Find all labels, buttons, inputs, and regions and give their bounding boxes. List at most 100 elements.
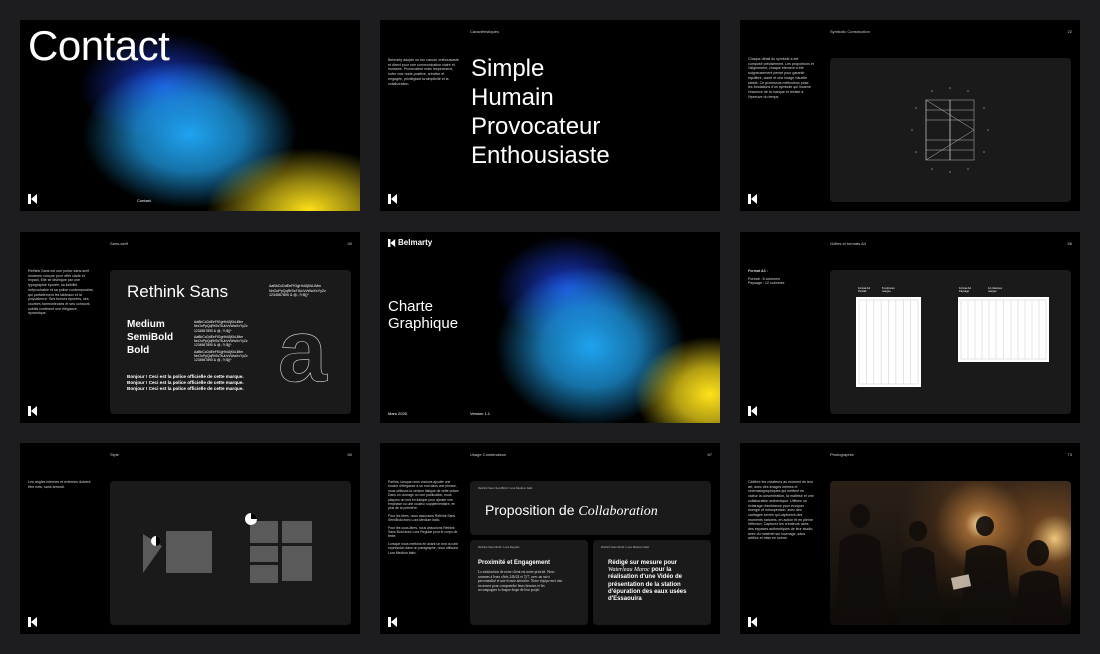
- slide-header: Sans-serif: [110, 241, 129, 246]
- weight-list: Medium SemiBold Bold: [127, 318, 173, 357]
- panel-title: Proximité et Engagement: [478, 560, 551, 566]
- slide-grids[interactable]: Grilles et formats A4 56 Format A4 : Por…: [740, 232, 1080, 423]
- slide-number: 73: [1067, 452, 1072, 457]
- belmarty-logo-icon: [388, 194, 397, 204]
- belmarty-logo-icon: [748, 617, 757, 627]
- body-line: Paysage : 12 colonnes: [748, 281, 785, 286]
- cover-title-line: Graphique: [388, 315, 459, 332]
- body-paragraph: Pour les sous-titres, nous associons Ret…: [388, 525, 458, 539]
- slide-contact[interactable]: Contact Contact: [20, 20, 360, 211]
- subtitle-panel: Rethink Sans Bold / Lora Regular Proximi…: [470, 540, 588, 625]
- typography-panel: Rethink Sans AaBbCcDdEeFfGgHhIiJjKkLlMm …: [110, 270, 351, 414]
- glyph-line: 1234567890 & @.,?!;$()*: [194, 328, 232, 333]
- slide-body-text: Chaque détail du symbole a été composé p…: [748, 57, 814, 99]
- characteristic-word: Simple: [471, 55, 545, 82]
- slide-body-text: Les angles internes et externes doivent …: [28, 480, 91, 489]
- belmarty-logo-icon: [28, 617, 37, 627]
- weight-label: Bold: [127, 345, 150, 356]
- slide-header: Usage Combinaison: [470, 452, 507, 457]
- portrait-grid: [856, 297, 921, 387]
- slide-combination[interactable]: Usage Combinaison 67 Parfois, lorsque no…: [380, 443, 720, 634]
- slide-photography[interactable]: Photographie 73 Célébre les créateurs au…: [740, 443, 1080, 634]
- slide-number: 22: [1067, 29, 1072, 34]
- slide-style[interactable]: Style 60 Les angles internes et externes…: [20, 443, 360, 634]
- landscape-sub: 12 colonnes marges: [988, 287, 1002, 294]
- slide-body-text: Format A4 : Portrait : 8 colonnes Paysag…: [748, 269, 814, 286]
- sample-sentence: Bonjour ! Ceci est la police officielle …: [127, 386, 244, 391]
- brand-name: Belmarty: [398, 238, 433, 247]
- landscape-grid: [958, 297, 1049, 362]
- specimen-glyph: a: [278, 301, 328, 400]
- cover-title: Charte Graphique: [388, 298, 458, 332]
- emphasis-pre: Rédigé sur mesure pour: [608, 560, 678, 566]
- emphasis-text: Rédigé sur mesure pour Waterleau Maroc p…: [608, 560, 700, 603]
- belmarty-logo-icon: [28, 194, 37, 204]
- glyph-set: AaBbCcDdEeFfGgHhIiJjKkLlMm NnOoPpQqRrSsT…: [269, 284, 326, 298]
- landscape-label: Format A4 Paysage: [959, 287, 971, 294]
- font-name: Rethink Sans: [127, 282, 229, 301]
- slide-body-text: Parfois, lorsque nous voulons ajouter un…: [388, 480, 460, 555]
- headline-text: Proposition de Collaboration: [485, 502, 658, 520]
- grids-panel: Format A4 Portrait 8 colonnes marges For…: [830, 270, 1071, 414]
- emphasis-italic: Waterleau Maroc: [608, 567, 650, 574]
- slide-title: Contact: [28, 22, 170, 69]
- body-paragraph: Parfois, lorsque nous voulons ajouter un…: [388, 480, 460, 511]
- slide-symbolic-construction[interactable]: Symbolic Construction 22 Chaque détail d…: [740, 20, 1080, 211]
- cover-version: Version 1.1: [470, 411, 491, 416]
- slide-characteristics[interactable]: Caractéristiques Belmarty adopte un ton …: [380, 20, 720, 211]
- style-panel: [110, 481, 351, 625]
- slide-header: Photographie: [830, 452, 854, 457]
- glyph-line: NnOoPpQqRrSsTtUuVvWwXxYyZz: [194, 324, 248, 329]
- sharp-corners-illustration: [143, 513, 312, 583]
- slide-cover[interactable]: Belmarty Charte Graphique Mars 2025 Vers…: [380, 232, 720, 423]
- slide-typography[interactable]: Sans-serif 40 Rethink Sans est une polic…: [20, 232, 360, 423]
- landscape-columns: [960, 299, 1047, 360]
- glyph-set-weights: AaBbCcDdEeFfGgHhIiJjKkLlMm NnOoPpQqRrSsT…: [194, 320, 248, 363]
- characteristic-word: Humain: [471, 84, 554, 111]
- cover-title-line: Charte: [388, 298, 434, 315]
- panel-font-tag: Rethink Sans Bold / Lora Regular: [478, 545, 520, 549]
- slide-header: Style: [110, 452, 119, 457]
- slide-number: 56: [1067, 241, 1072, 246]
- panel-font-tag: Rethink Sans SemiBold / Lora Medium Ital…: [478, 486, 533, 490]
- characteristics-list: Simple Humain Provocateur Enthousiaste: [471, 54, 610, 170]
- glyph-line: 1234567890 & @.,?!;$()*: [194, 358, 232, 363]
- sample-sentences: Bonjour ! Ceci est la police officielle …: [127, 374, 244, 392]
- portrait-columns: [858, 299, 919, 385]
- characteristic-word: Provocateur: [471, 113, 601, 140]
- slide-body-text: Rethink Sans est une police sans-serif m…: [28, 269, 94, 316]
- belmarty-logo-icon: [388, 617, 397, 627]
- logo-construction-diagram: [911, 87, 989, 173]
- slide-header: Symbolic Construction: [830, 29, 870, 34]
- glyph-line: AaBbCcDdEeFfGgHhIiJjKkLlMm: [269, 284, 322, 288]
- portrait-label: Format A4 Portrait: [858, 287, 870, 294]
- photo-creators: [830, 481, 1071, 625]
- headline-panel: Rethink Sans SemiBold / Lora Medium Ital…: [470, 481, 711, 535]
- body-title: Format A4 :: [748, 269, 768, 273]
- slide-header: Caractéristiques: [470, 29, 499, 34]
- cover-date: Mars 2025: [388, 411, 407, 416]
- slide-grid: Contact Contact Caractéristiques Belmart…: [0, 0, 1100, 654]
- characteristic-word: Enthousiaste: [471, 142, 610, 169]
- slide-number: 60: [347, 452, 352, 457]
- weight-label: SemiBold: [127, 332, 174, 343]
- slide-body-text: Célébre les créateurs au moment de leur …: [748, 480, 814, 541]
- construction-panel: [830, 58, 1071, 202]
- belmarty-logo-icon: [748, 194, 757, 204]
- belmarty-logo-icon: [388, 239, 396, 247]
- slide-number: 67: [707, 452, 712, 457]
- headline-italic: Collaboration: [578, 504, 658, 519]
- body-paragraph: Pour les titres, nous associons Rethink …: [388, 513, 456, 523]
- photo-silhouettes: [835, 504, 1065, 625]
- panel-body: La satisfaction de notre client est notr…: [478, 570, 563, 593]
- weight-label: Medium: [127, 319, 165, 330]
- slide-number: 40: [347, 241, 352, 246]
- glyph-line: 1234567890 & @.,?!;$()*: [194, 343, 232, 348]
- panel-font-tag: Rethink Sans Bold / Lora Medium Italic: [601, 545, 650, 549]
- slide-header: Grilles et formats A4: [830, 241, 867, 246]
- glyph-line: 1234567890 & @.,?!;$()*: [269, 293, 309, 297]
- slide-body-text: Belmarty adopte un ton casual, enthousia…: [388, 58, 459, 86]
- portrait-sub: 8 colonnes marges: [882, 287, 895, 294]
- slide-footer-label: Contact: [137, 198, 151, 203]
- belmarty-logo-icon: [748, 406, 757, 416]
